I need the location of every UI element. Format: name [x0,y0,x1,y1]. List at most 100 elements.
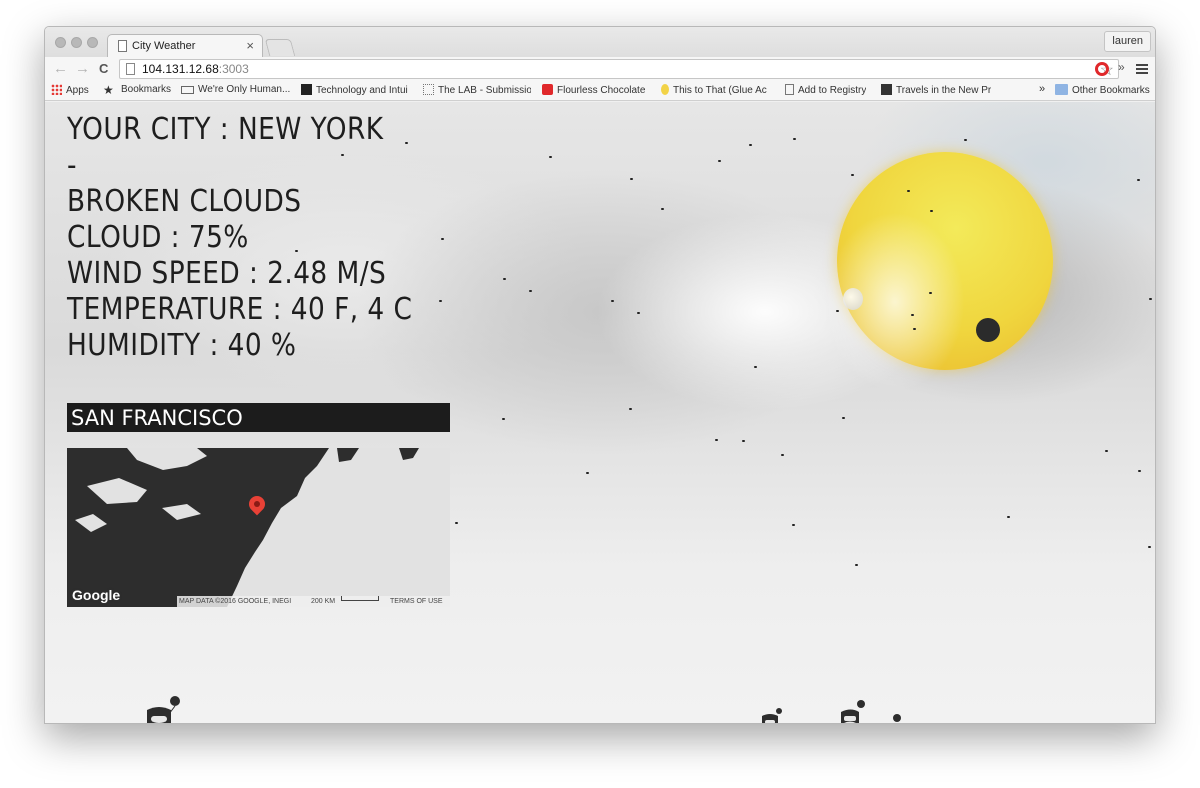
menu-icon[interactable] [1136,64,1148,74]
document-icon [118,40,127,52]
particle [792,524,795,526]
star-icon: ★ [103,84,114,96]
particle [964,139,967,141]
bookmark-add-to-registry[interactable]: Add to Registry [785,84,866,96]
particle [781,454,784,456]
city-search-input[interactable] [67,403,450,432]
city-heading: YOUR CITY : NEW YORK [67,112,384,147]
particle [715,439,718,441]
particle [630,178,633,180]
image-icon [881,84,892,95]
particle [793,138,796,140]
reload-button[interactable]: C [99,59,108,79]
bookmark-apps[interactable]: Apps [51,84,89,96]
bookmarks-overflow-icon[interactable]: » [1039,83,1045,95]
map-terms-link[interactable]: TERMS OF USE [390,596,443,607]
particle [749,144,752,146]
particle [930,210,933,212]
particle [1137,179,1140,181]
location-map[interactable]: Google MAP DATA ©2016 GOOGLE, INEGI 200 … [67,448,450,607]
wind-speed-value: WIND SPEED : 2.48 M/S [67,256,387,291]
tab-city-weather[interactable]: City Weather × [107,34,263,58]
particle [661,208,664,210]
map-attribution: MAP DATA ©2016 GOOGLE, INEGI 200 KM TERM… [177,596,450,607]
particle [1007,516,1010,518]
particle [851,174,854,176]
opera-extension-icon[interactable] [1095,62,1109,76]
cloud-value: CLOUD : 75% [67,220,249,255]
particle [439,300,442,302]
bookmark-the-lab[interactable]: The LAB - Submissio [423,84,531,96]
bookmark-were-only-human[interactable]: We're Only Human... [181,84,293,95]
forward-button[interactable]: → [75,59,90,79]
bearded-character-icon [762,708,782,723]
tab-title: City Weather [132,40,196,52]
browser-window: City Weather × lauren ← → C 104.131.12.6… [44,26,1156,724]
e-icon [542,84,553,95]
folder-icon [1055,84,1068,95]
particle [842,417,845,419]
address-bar[interactable]: 104.131.12.68:3003 ☆ [119,59,1119,79]
moon-graphic [843,288,863,310]
particle [455,522,458,524]
planet-graphic [976,318,1000,342]
temperature-value: TEMPERATURE : 40 F, 4 C [67,292,413,327]
extensions-overflow-icon[interactable]: » [1118,60,1125,74]
particle [637,312,640,314]
humidity-value: HUMIDITY : 40 % [67,328,297,363]
particle [503,278,506,280]
particle [1105,450,1108,452]
bookmark-technology[interactable]: Technology and Intui [301,84,411,96]
weather-page: YOUR CITY : NEW YORK - BROKEN CLOUDS CLO… [45,102,1155,723]
bearded-character-icon [147,696,180,723]
grid-icon [423,84,434,95]
map-scale-bar [341,596,379,601]
particle [754,366,757,368]
bookmark-this-to-that[interactable]: This to That (Glue Ac [661,84,773,96]
particle [855,564,858,566]
apps-icon [51,84,62,95]
weather-description: BROKEN CLOUDS [67,184,302,219]
page-icon [785,84,794,95]
particle [629,408,632,410]
particle [742,440,745,442]
bulb-icon [661,84,669,95]
new-tab-button[interactable] [264,39,296,56]
map-scale-label: 200 KM [311,598,336,605]
close-tab-icon[interactable]: × [246,38,254,53]
bearded-character-icon [841,700,865,723]
particle [718,160,721,162]
particle [1149,298,1152,300]
back-button[interactable]: ← [53,59,68,79]
particle [586,472,589,474]
particle [611,300,614,302]
particle [836,310,839,312]
particle [1148,546,1151,548]
particle [502,418,505,420]
particle [529,290,532,292]
minimize-window-button[interactable] [71,37,82,48]
particle [907,190,910,192]
link-icon [181,86,194,94]
google-logo: Google [72,587,121,603]
particle [1138,470,1141,472]
close-window-button[interactable] [55,37,66,48]
profile-button[interactable]: lauren [1104,31,1151,52]
weather-info: YOUR CITY : NEW YORK - BROKEN CLOUDS CLO… [67,112,412,364]
bookmark-bookmarks[interactable]: ★ Bookmarks [103,84,171,96]
bookmark-travels[interactable]: Travels in the New Pr [881,84,991,96]
url-text: 104.131.12.68:3003 [142,62,249,76]
particle [549,156,552,158]
maximize-window-button[interactable] [87,37,98,48]
bookmark-other-bookmarks[interactable]: Other Bookmarks [1055,84,1150,96]
title-bar: City Weather × lauren [45,27,1155,58]
page-icon [126,63,135,75]
particle [913,328,916,330]
bookmark-flourless-chocolate[interactable]: Flourless Chocolate [542,84,650,96]
map-data-credit: MAP DATA ©2016 GOOGLE, INEGI [179,598,292,605]
map-landmass [67,448,450,607]
toolbar: ← → C 104.131.12.68:3003 ☆ » [45,57,1155,81]
particle [929,292,932,294]
separator-dash: - [67,148,77,183]
bookmarks-bar: Apps ★ Bookmarks We're Only Human... Tech… [45,81,1155,101]
